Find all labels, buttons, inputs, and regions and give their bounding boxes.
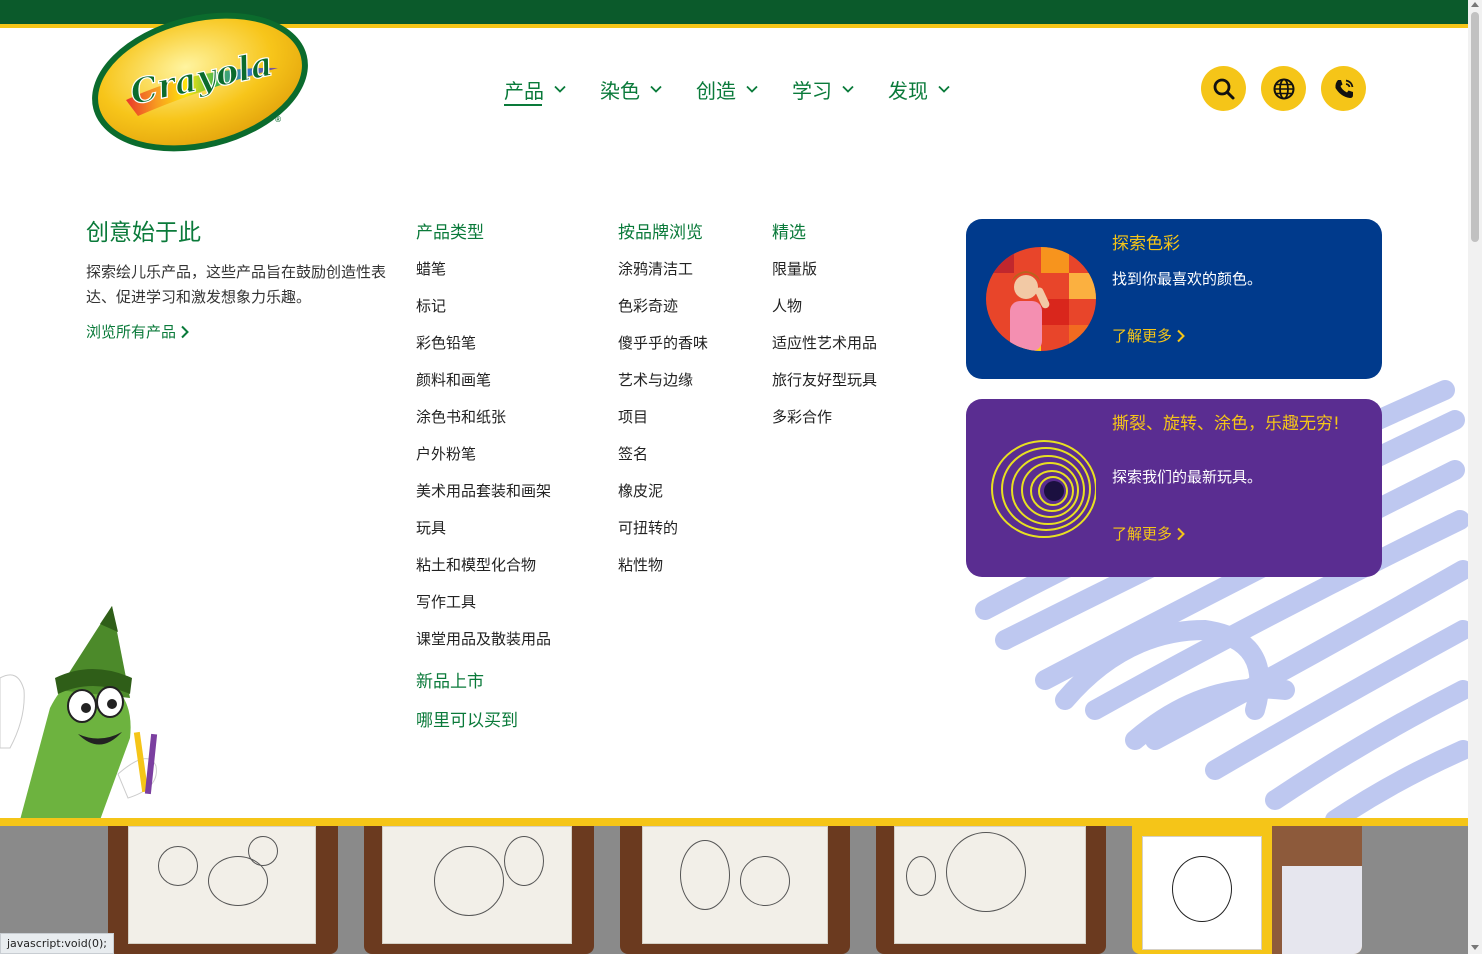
menu-link[interactable]: 彩色铅笔 bbox=[416, 330, 551, 367]
menu-link[interactable]: 美术用品套装和画架 bbox=[416, 478, 551, 515]
learn-more-label: 了解更多 bbox=[1112, 327, 1173, 345]
language-button[interactable] bbox=[1261, 66, 1306, 111]
menu-link[interactable]: 人物 bbox=[772, 293, 877, 330]
product-types-column: 产品类型 蜡笔 标记 彩色铅笔 颜料和画笔 涂色书和纸张 户外粉笔 美术用品套装… bbox=[416, 218, 551, 747]
coloring-page-thumbnail[interactable] bbox=[876, 826, 1106, 954]
nav-label: 染色 bbox=[600, 78, 640, 103]
scroll-down-icon[interactable] bbox=[1471, 945, 1479, 950]
chevron-down-icon bbox=[842, 85, 854, 93]
menu-link[interactable]: 旅行友好型玩具 bbox=[772, 367, 877, 404]
mega-menu-title: 创意始于此 bbox=[86, 220, 201, 246]
content-preview-strip bbox=[0, 826, 1468, 954]
browse-all-products-link[interactable]: 浏览所有产品 bbox=[86, 321, 190, 342]
card-title: 撕裂、旋转、涂色，乐趣无穷! bbox=[1112, 414, 1340, 434]
menu-link[interactable]: 涂鸦清洁工 bbox=[618, 256, 708, 293]
menu-link[interactable]: 多彩合作 bbox=[772, 404, 877, 441]
scroll-up-icon[interactable] bbox=[1471, 2, 1479, 7]
drawing-activity-thumbnail[interactable] bbox=[1132, 826, 1362, 954]
browser-status-bar: javascript:void(0); bbox=[0, 933, 114, 954]
search-button[interactable] bbox=[1201, 66, 1246, 111]
girl-coloring-image bbox=[986, 247, 1096, 351]
brands-column: 按品牌浏览 涂鸦清洁工 色彩奇迹 傻乎乎的香味 艺术与边缘 项目 签名 橡皮泥 … bbox=[618, 218, 708, 589]
menu-link[interactable]: 粘土和模型化合物 bbox=[416, 552, 551, 589]
column-heading: 产品类型 bbox=[416, 223, 484, 243]
chevron-down-icon bbox=[746, 85, 758, 93]
nav-label: 发现 bbox=[888, 78, 928, 103]
where-to-buy-link[interactable]: 哪里可以买到 bbox=[416, 708, 551, 747]
chevron-down-icon bbox=[554, 85, 566, 93]
column-heading: 精选 bbox=[772, 223, 806, 243]
menu-link[interactable]: 户外粉笔 bbox=[416, 441, 551, 478]
menu-link[interactable]: 涂色书和纸张 bbox=[416, 404, 551, 441]
browse-all-label: 浏览所有产品 bbox=[86, 323, 177, 341]
explore-colors-card[interactable]: 探索色彩 找到你最喜欢的颜色。 了解更多 bbox=[966, 219, 1382, 379]
chevron-down-icon bbox=[938, 85, 950, 93]
coloring-page-thumbnail[interactable] bbox=[108, 826, 338, 954]
learn-more-label: 了解更多 bbox=[1112, 525, 1173, 543]
nav-item-learn[interactable]: 学习 bbox=[792, 74, 854, 104]
menu-link[interactable]: 项目 bbox=[618, 404, 708, 441]
card-text: 探索我们的最新玩具。 bbox=[1112, 468, 1263, 486]
nav-item-create[interactable]: 创造 bbox=[696, 74, 758, 104]
column-heading: 按品牌浏览 bbox=[618, 223, 703, 243]
nav-label: 产品 bbox=[504, 78, 544, 103]
card-text: 找到你最喜欢的颜色。 bbox=[1112, 270, 1263, 288]
nav-item-coloring[interactable]: 染色 bbox=[600, 74, 662, 104]
menu-link[interactable]: 颜料和画笔 bbox=[416, 367, 551, 404]
menu-link[interactable]: 可扭转的 bbox=[618, 515, 708, 552]
globe-icon bbox=[1273, 78, 1294, 99]
menu-link[interactable]: 蜡笔 bbox=[416, 256, 551, 293]
new-toys-card[interactable]: 撕裂、旋转、涂色，乐趣无穷! 探索我们的最新玩具。 了解更多 bbox=[966, 399, 1382, 577]
coloring-page-thumbnail[interactable] bbox=[620, 826, 850, 954]
menu-link[interactable]: 限量版 bbox=[772, 256, 877, 293]
page-scrollbar[interactable] bbox=[1468, 0, 1482, 954]
nav-label: 学习 bbox=[792, 78, 832, 103]
menu-link[interactable]: 签名 bbox=[618, 441, 708, 478]
search-icon bbox=[1213, 78, 1234, 99]
chevron-down-icon bbox=[650, 85, 662, 93]
learn-more-link[interactable]: 了解更多 bbox=[1112, 523, 1186, 544]
nav-item-discover[interactable]: 发现 bbox=[888, 74, 950, 104]
bottom-accent-bar bbox=[0, 818, 1468, 826]
menu-link[interactable]: 玩具 bbox=[416, 515, 551, 552]
menu-link[interactable]: 傻乎乎的香味 bbox=[618, 330, 708, 367]
scrollbar-thumb[interactable] bbox=[1471, 12, 1479, 242]
featured-column: 精选 限量版 人物 适应性艺术用品 旅行友好型玩具 多彩合作 bbox=[772, 218, 877, 441]
crayola-logo[interactable]: Crayola ® bbox=[88, 8, 312, 154]
contact-button[interactable] bbox=[1321, 66, 1366, 111]
chevron-right-icon bbox=[181, 325, 189, 338]
svg-text:®: ® bbox=[274, 115, 282, 124]
new-arrivals-link[interactable]: 新品上市 bbox=[416, 669, 551, 708]
crayon-mascot-image bbox=[0, 606, 158, 820]
coloring-page-thumbnail[interactable] bbox=[364, 826, 594, 954]
mega-menu-description: 探索绘儿乐产品，这些产品旨在鼓励创造性表达、促进学习和激发想象力乐趣。 bbox=[86, 263, 387, 306]
nav-label: 创造 bbox=[696, 78, 736, 103]
phone-icon bbox=[1334, 79, 1353, 98]
spiral-image bbox=[986, 435, 1096, 539]
card-title: 探索色彩 bbox=[1112, 234, 1180, 254]
menu-link[interactable]: 橡皮泥 bbox=[618, 478, 708, 515]
main-nav: 产品 染色 创造 学习 发现 bbox=[504, 74, 984, 106]
menu-link[interactable]: 色彩奇迹 bbox=[618, 293, 708, 330]
chevron-right-icon bbox=[1177, 527, 1185, 540]
menu-link[interactable]: 艺术与边缘 bbox=[618, 367, 708, 404]
menu-link[interactable]: 课堂用品及散装用品 bbox=[416, 626, 551, 663]
menu-link[interactable]: 标记 bbox=[416, 293, 551, 330]
chevron-right-icon bbox=[1177, 329, 1185, 342]
learn-more-link[interactable]: 了解更多 bbox=[1112, 325, 1186, 346]
menu-link[interactable]: 适应性艺术用品 bbox=[772, 330, 877, 367]
menu-link[interactable]: 写作工具 bbox=[416, 589, 551, 626]
menu-link[interactable]: 粘性物 bbox=[618, 552, 708, 589]
nav-item-products[interactable]: 产品 bbox=[504, 74, 566, 106]
